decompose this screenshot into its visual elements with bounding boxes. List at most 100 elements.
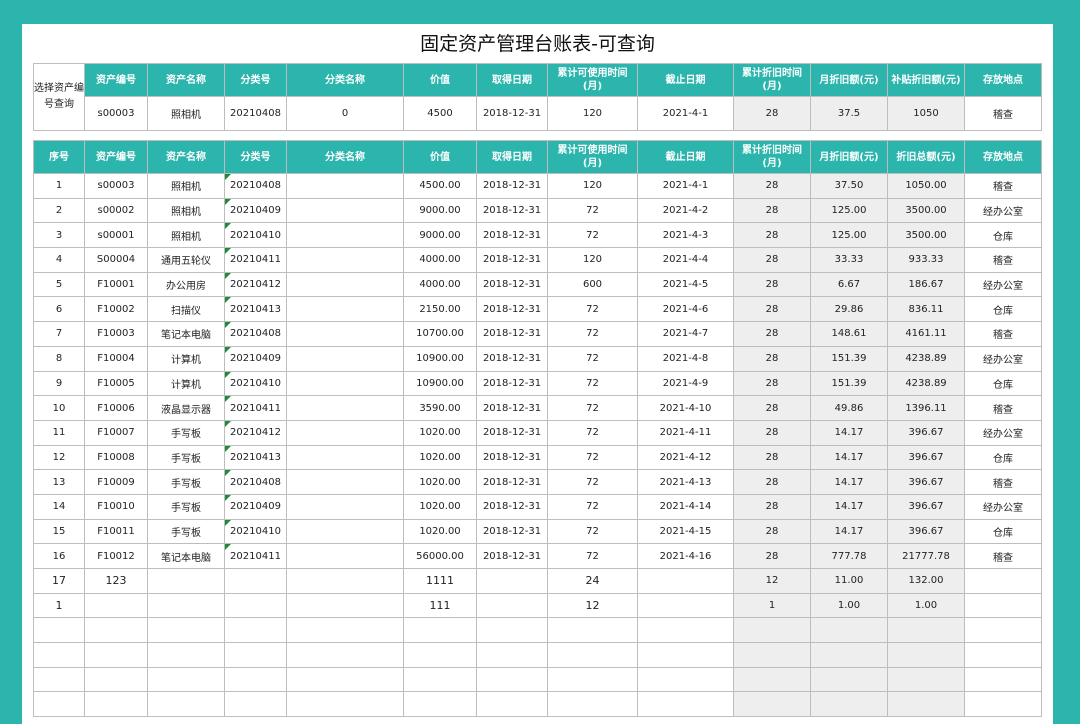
table-cell[interactable]: 2018-12-31 <box>476 370 548 397</box>
table-cell[interactable] <box>887 691 965 718</box>
table-cell[interactable]: 经办公室 <box>964 271 1042 298</box>
column-header[interactable]: 序号 <box>33 140 85 174</box>
table-cell[interactable]: s00003 <box>84 173 148 199</box>
table-cell[interactable]: 1.00 <box>887 592 965 619</box>
table-cell[interactable]: 2018-12-31 <box>476 395 548 421</box>
table-cell[interactable] <box>286 345 404 372</box>
table-cell[interactable] <box>810 666 888 693</box>
table-cell[interactable]: 2021-4-9 <box>637 370 734 397</box>
table-cell[interactable]: 笔记本电脑 <box>147 321 225 347</box>
table-cell[interactable]: 396.67 <box>887 493 965 520</box>
table-cell[interactable]: 28 <box>733 296 811 323</box>
table-cell[interactable]: 7 <box>33 321 85 347</box>
table-cell[interactable]: 3500.00 <box>887 222 965 249</box>
column-header[interactable]: 分类号 <box>224 140 287 174</box>
table-cell[interactable]: 20210408 <box>224 469 287 495</box>
table-cell[interactable]: 9000.00 <box>403 222 477 249</box>
table-cell[interactable]: 72 <box>547 518 638 545</box>
table-cell[interactable]: 14.17 <box>810 493 888 520</box>
table-cell[interactable]: 14.17 <box>810 444 888 471</box>
table-cell[interactable]: 6 <box>33 296 85 323</box>
table-cell[interactable] <box>147 617 225 644</box>
table-cell[interactable]: 2018-12-31 <box>476 518 548 545</box>
table-cell[interactable]: F10012 <box>84 543 148 569</box>
table-cell[interactable]: 1020.00 <box>403 493 477 520</box>
table-cell[interactable] <box>637 592 734 619</box>
table-cell[interactable]: F10011 <box>84 518 148 545</box>
table-cell[interactable]: 836.11 <box>887 296 965 323</box>
table-cell[interactable] <box>637 568 734 594</box>
table-cell[interactable]: 2021-4-12 <box>637 444 734 471</box>
table-cell[interactable] <box>403 642 477 668</box>
table-cell[interactable] <box>286 197 404 224</box>
table-cell[interactable] <box>964 666 1042 693</box>
column-header[interactable]: 存放地点 <box>964 140 1042 174</box>
table-cell[interactable]: 20210412 <box>224 419 287 446</box>
table-cell[interactable]: 28 <box>733 493 811 520</box>
table-cell[interactable]: 2021-4-15 <box>637 518 734 545</box>
table-cell[interactable]: 4500.00 <box>403 173 477 199</box>
table-cell[interactable]: F10006 <box>84 395 148 421</box>
table-cell[interactable]: 777.78 <box>810 543 888 569</box>
table-cell[interactable] <box>964 691 1042 718</box>
table-cell[interactable] <box>964 617 1042 644</box>
table-cell[interactable] <box>147 592 225 619</box>
table-cell[interactable]: 72 <box>547 296 638 323</box>
table-cell[interactable]: 2018-12-31 <box>476 419 548 446</box>
table-cell[interactable] <box>810 691 888 718</box>
query-cell[interactable]: 0 <box>286 96 404 131</box>
table-cell[interactable]: 经办公室 <box>964 345 1042 372</box>
table-cell[interactable]: 2021-4-13 <box>637 469 734 495</box>
table-cell[interactable] <box>810 642 888 668</box>
table-cell[interactable]: 12 <box>547 592 638 619</box>
table-cell[interactable] <box>403 691 477 718</box>
table-cell[interactable]: 4000.00 <box>403 247 477 273</box>
table-cell[interactable]: 28 <box>733 173 811 199</box>
table-cell[interactable] <box>286 222 404 249</box>
table-cell[interactable] <box>286 271 404 298</box>
table-cell[interactable] <box>887 642 965 668</box>
table-cell[interactable]: 396.67 <box>887 444 965 471</box>
table-cell[interactable] <box>733 642 811 668</box>
table-cell[interactable]: 计算机 <box>147 345 225 372</box>
table-cell[interactable] <box>286 247 404 273</box>
table-cell[interactable]: 扫描仪 <box>147 296 225 323</box>
table-cell[interactable] <box>476 642 548 668</box>
table-cell[interactable]: F10010 <box>84 493 148 520</box>
table-cell[interactable] <box>637 642 734 668</box>
table-cell[interactable]: 72 <box>547 444 638 471</box>
table-cell[interactable] <box>286 642 404 668</box>
table-cell[interactable] <box>84 617 148 644</box>
table-cell[interactable]: 仓库 <box>964 518 1042 545</box>
table-cell[interactable]: s00001 <box>84 222 148 249</box>
table-cell[interactable]: 办公用房 <box>147 271 225 298</box>
query-cell[interactable]: 稽查 <box>964 96 1042 131</box>
query-cell[interactable]: 4500 <box>403 96 477 131</box>
table-cell[interactable]: 120 <box>547 173 638 199</box>
table-cell[interactable]: 72 <box>547 345 638 372</box>
table-cell[interactable] <box>733 617 811 644</box>
table-cell[interactable]: 2018-12-31 <box>476 247 548 273</box>
table-cell[interactable]: 1 <box>733 592 811 619</box>
table-cell[interactable]: 28 <box>733 395 811 421</box>
table-cell[interactable]: 6.67 <box>810 271 888 298</box>
table-cell[interactable] <box>733 666 811 693</box>
table-cell[interactable]: 照相机 <box>147 222 225 249</box>
table-cell[interactable]: F10002 <box>84 296 148 323</box>
table-cell[interactable]: 28 <box>733 321 811 347</box>
table-cell[interactable] <box>286 691 404 718</box>
table-cell[interactable]: 10900.00 <box>403 370 477 397</box>
table-cell[interactable]: 14.17 <box>810 419 888 446</box>
table-cell[interactable]: F10005 <box>84 370 148 397</box>
table-cell[interactable] <box>476 617 548 644</box>
table-cell[interactable] <box>547 642 638 668</box>
table-cell[interactable]: 手写板 <box>147 444 225 471</box>
table-cell[interactable] <box>286 173 404 199</box>
query-cell[interactable]: 2018-12-31 <box>476 96 548 131</box>
table-cell[interactable]: 29.86 <box>810 296 888 323</box>
table-cell[interactable] <box>224 592 287 619</box>
table-cell[interactable]: 2021-4-3 <box>637 222 734 249</box>
table-cell[interactable]: 28 <box>733 247 811 273</box>
table-cell[interactable]: 手写板 <box>147 419 225 446</box>
table-cell[interactable]: 20210411 <box>224 247 287 273</box>
